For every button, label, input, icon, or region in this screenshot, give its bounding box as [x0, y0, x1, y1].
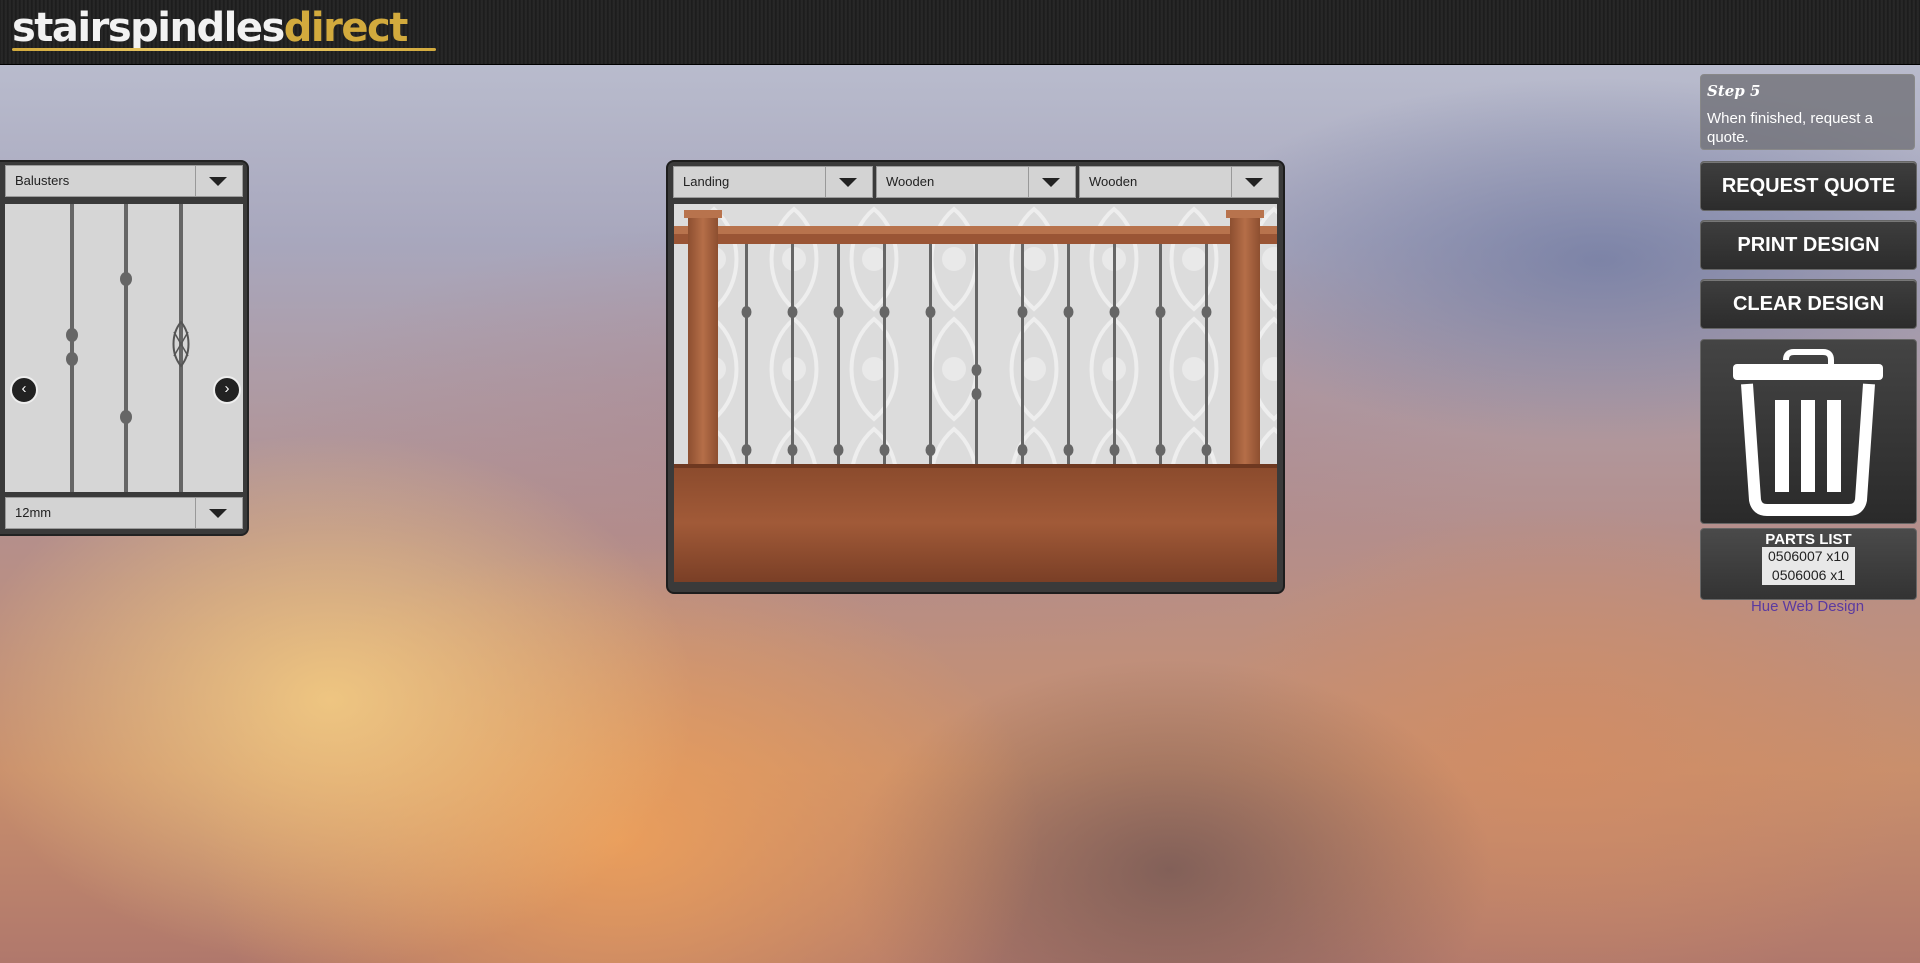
chevron-down-icon	[1245, 178, 1263, 187]
newel-post-right	[1226, 210, 1264, 466]
newel-post-left	[684, 210, 722, 466]
baluster-option-3[interactable]	[172, 204, 190, 492]
newel-select-value: Wooden	[1089, 174, 1138, 189]
baluster-picker-panel: Balusters ‹ › 12mm	[0, 160, 249, 536]
select-divider	[1231, 167, 1232, 197]
trash-icon	[1733, 349, 1883, 516]
part-item: 0506006 x1	[1771, 567, 1846, 583]
baluster-options	[66, 204, 190, 492]
chevron-left-icon[interactable]: ‹	[10, 376, 38, 404]
category-select[interactable]: Balusters	[5, 165, 243, 197]
select-divider	[825, 167, 826, 197]
parts-list-title: PARTS LIST	[1765, 531, 1852, 548]
base-rail	[674, 464, 1277, 468]
baluster-option-1[interactable]	[66, 204, 78, 492]
step-instructions: Step 5 When finished, request a quote.	[1700, 74, 1915, 150]
handrail	[674, 226, 1277, 244]
select-divider	[195, 166, 196, 196]
print-design-button[interactable]: PRINT DESIGN	[1700, 220, 1917, 270]
chevron-down-icon	[209, 509, 227, 518]
part-item: 0506007 x10	[1768, 548, 1849, 564]
category-select-value: Balusters	[15, 173, 70, 188]
location-select-value: Landing	[683, 174, 730, 189]
logo-text-main: stairspindles	[12, 5, 285, 51]
baluster-gallery: ‹ ›	[5, 204, 243, 492]
step-title: Step 5	[1707, 82, 1761, 100]
staircase-preview	[674, 204, 1277, 582]
trash-drop-zone[interactable]	[1700, 339, 1917, 524]
location-select[interactable]: Landing	[673, 166, 873, 198]
step-description: When finished, request a quote.	[1707, 110, 1873, 146]
size-select[interactable]: 12mm	[5, 497, 243, 529]
select-divider	[195, 498, 196, 528]
logo-text-accent: direct	[283, 5, 409, 51]
credit-link[interactable]: Hue Web Design	[1700, 598, 1915, 615]
parts-list-panel: PARTS LIST 0506007 x10 0506006 x1	[1700, 528, 1917, 600]
chevron-down-icon	[1042, 178, 1060, 187]
clear-design-button[interactable]: CLEAR DESIGN	[1700, 279, 1917, 329]
request-quote-button[interactable]: REQUEST QUOTE	[1700, 161, 1917, 211]
railing-illustration	[674, 204, 1277, 582]
newel-select[interactable]: Wooden	[1079, 166, 1279, 198]
chevron-down-icon	[209, 177, 227, 186]
logo-underline	[12, 48, 436, 51]
site-logo[interactable]: stairspindlesdirect	[12, 5, 409, 51]
select-divider	[1028, 167, 1029, 197]
handrail-select-value: Wooden	[886, 174, 935, 189]
handrail-select[interactable]: Wooden	[876, 166, 1076, 198]
design-preview-panel: Landing Wooden Wooden	[666, 160, 1285, 594]
chevron-down-icon	[839, 178, 857, 187]
chevron-right-icon[interactable]: ›	[213, 376, 241, 404]
header-bar: stairspindlesdirect	[0, 0, 1920, 65]
floor-base	[674, 464, 1277, 582]
size-select-value: 12mm	[15, 505, 52, 520]
parts-list: 0506007 x10 0506006 x1	[1762, 547, 1855, 585]
baluster-option-2[interactable]	[120, 204, 132, 492]
